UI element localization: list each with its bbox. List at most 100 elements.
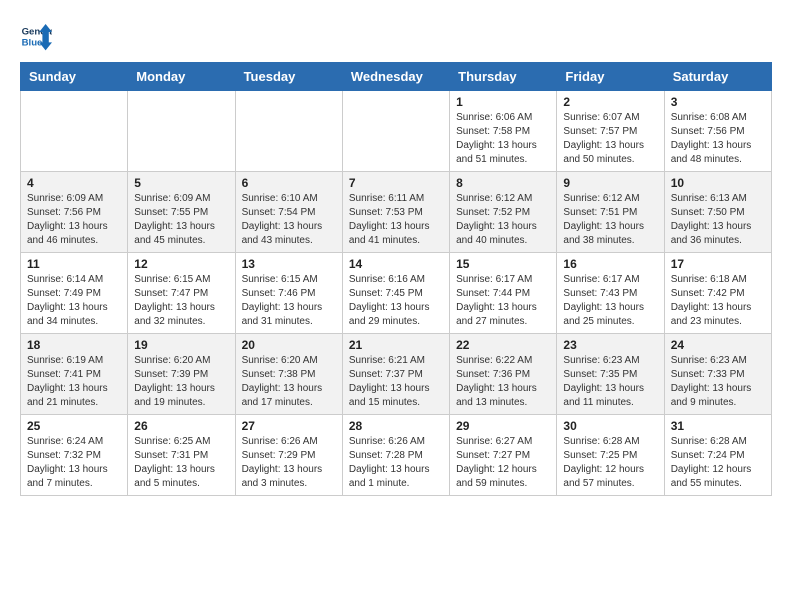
weekday-header-monday: Monday <box>128 63 235 91</box>
day-info: Sunrise: 6:16 AMSunset: 7:45 PMDaylight:… <box>349 273 443 329</box>
day-info: Sunrise: 6:07 AMSunset: 7:57 PMDaylight:… <box>563 111 657 167</box>
day-cell: 29 Sunrise: 6:27 AMSunset: 7:27 PMDayligh… <box>450 415 557 496</box>
day-info: Sunrise: 6:23 AMSunset: 7:35 PMDaylight:… <box>563 354 657 410</box>
day-cell: 31Sunrise: 6:28 AMSunset: 7:24 PMDayligh… <box>664 415 771 496</box>
day-cell: 6Sunrise: 6:10 AMSunset: 7:54 PMDaylight… <box>235 172 342 253</box>
day-info: Sunrise: 6:13 AMSunset: 7:50 PMDaylight:… <box>671 192 765 248</box>
calendar-table: SundayMondayTuesdayWednesdayThursdayFrid… <box>20 62 772 496</box>
day-number: 30 <box>563 419 657 433</box>
day-info: Sunrise: 6:06 AMSunset: 7:58 PMDaylight:… <box>456 111 550 167</box>
day-cell: 21 Sunrise: 6:21 AMSunset: 7:37 PMDayligh… <box>342 334 449 415</box>
day-info: Sunrise: 6:18 AMSunset: 7:42 PMDaylight:… <box>671 273 765 329</box>
day-info: Sunrise: 6:22 AMSunset: 7:36 PMDaylight:… <box>456 354 550 410</box>
day-cell: 9 Sunrise: 6:12 AMSunset: 7:51 PMDaylight… <box>557 172 664 253</box>
day-number: 3 <box>671 95 765 109</box>
logo-icon: General Blue <box>20 20 52 52</box>
day-number: 20 <box>242 338 336 352</box>
weekday-header-saturday: Saturday <box>664 63 771 91</box>
day-info: Sunrise: 6:09 AMSunset: 7:56 PMDaylight:… <box>27 192 121 248</box>
day-cell <box>21 91 128 172</box>
day-number: 13 <box>242 257 336 271</box>
day-info: Sunrise: 6:27 AMSunset: 7:27 PMDaylight:… <box>456 435 550 491</box>
day-info: Sunrise: 6:09 AMSunset: 7:55 PMDaylight:… <box>134 192 228 248</box>
day-cell: 14 Sunrise: 6:16 AMSunset: 7:45 PMDayligh… <box>342 253 449 334</box>
day-number: 17 <box>671 257 765 271</box>
day-cell: 10 Sunrise: 6:13 AMSunset: 7:50 PMDayligh… <box>664 172 771 253</box>
day-cell: 1Sunrise: 6:06 AMSunset: 7:58 PMDaylight… <box>450 91 557 172</box>
day-cell: 4 Sunrise: 6:09 AMSunset: 7:56 PMDaylight… <box>21 172 128 253</box>
day-number: 27 <box>242 419 336 433</box>
day-number: 18 <box>27 338 121 352</box>
day-number: 28 <box>349 419 443 433</box>
day-info: Sunrise: 6:20 AMSunset: 7:39 PMDaylight:… <box>134 354 228 410</box>
week-row-4: 18Sunrise: 6:19 AMSunset: 7:41 PMDayligh… <box>21 334 772 415</box>
logo: General Blue <box>20 20 52 52</box>
day-cell: 2 Sunrise: 6:07 AMSunset: 7:57 PMDaylight… <box>557 91 664 172</box>
week-row-5: 25 Sunrise: 6:24 AMSunset: 7:32 PMDayligh… <box>21 415 772 496</box>
weekday-header-friday: Friday <box>557 63 664 91</box>
weekday-header-row: SundayMondayTuesdayWednesdayThursdayFrid… <box>21 63 772 91</box>
day-info: Sunrise: 6:20 AMSunset: 7:38 PMDaylight:… <box>242 354 336 410</box>
day-cell: 3 Sunrise: 6:08 AMSunset: 7:56 PMDaylight… <box>664 91 771 172</box>
day-cell: 27 Sunrise: 6:26 AMSunset: 7:29 PMDayligh… <box>235 415 342 496</box>
day-cell: 18Sunrise: 6:19 AMSunset: 7:41 PMDayligh… <box>21 334 128 415</box>
day-info: Sunrise: 6:26 AMSunset: 7:29 PMDaylight:… <box>242 435 336 491</box>
day-cell: 28 Sunrise: 6:26 AMSunset: 7:28 PMDayligh… <box>342 415 449 496</box>
day-cell: 13 Sunrise: 6:15 AMSunset: 7:46 PMDayligh… <box>235 253 342 334</box>
day-info: Sunrise: 6:26 AMSunset: 7:28 PMDaylight:… <box>349 435 443 491</box>
day-info: Sunrise: 6:14 AMSunset: 7:49 PMDaylight:… <box>27 273 121 329</box>
day-number: 25 <box>27 419 121 433</box>
day-info: Sunrise: 6:11 AMSunset: 7:53 PMDaylight:… <box>349 192 443 248</box>
day-cell: 17 Sunrise: 6:18 AMSunset: 7:42 PMDayligh… <box>664 253 771 334</box>
day-cell: 24 Sunrise: 6:23 AMSunset: 7:33 PMDayligh… <box>664 334 771 415</box>
day-number: 6 <box>242 176 336 190</box>
day-number: 10 <box>671 176 765 190</box>
day-info: Sunrise: 6:23 AMSunset: 7:33 PMDaylight:… <box>671 354 765 410</box>
weekday-header-tuesday: Tuesday <box>235 63 342 91</box>
day-info: Sunrise: 6:12 AMSunset: 7:51 PMDaylight:… <box>563 192 657 248</box>
day-cell: 23 Sunrise: 6:23 AMSunset: 7:35 PMDayligh… <box>557 334 664 415</box>
day-number: 22 <box>456 338 550 352</box>
day-info: Sunrise: 6:25 AMSunset: 7:31 PMDaylight:… <box>134 435 228 491</box>
week-row-3: 11 Sunrise: 6:14 AMSunset: 7:49 PMDayligh… <box>21 253 772 334</box>
day-number: 14 <box>349 257 443 271</box>
day-number: 24 <box>671 338 765 352</box>
day-number: 15 <box>456 257 550 271</box>
day-info: Sunrise: 6:21 AMSunset: 7:37 PMDaylight:… <box>349 354 443 410</box>
day-info: Sunrise: 6:08 AMSunset: 7:56 PMDaylight:… <box>671 111 765 167</box>
day-cell: 25 Sunrise: 6:24 AMSunset: 7:32 PMDayligh… <box>21 415 128 496</box>
day-info: Sunrise: 6:15 AMSunset: 7:46 PMDaylight:… <box>242 273 336 329</box>
day-number: 21 <box>349 338 443 352</box>
weekday-header-thursday: Thursday <box>450 63 557 91</box>
day-cell: 12 Sunrise: 6:15 AMSunset: 7:47 PMDayligh… <box>128 253 235 334</box>
day-number: 16 <box>563 257 657 271</box>
day-cell: 5 Sunrise: 6:09 AMSunset: 7:55 PMDaylight… <box>128 172 235 253</box>
day-number: 26 <box>134 419 228 433</box>
day-cell: 22 Sunrise: 6:22 AMSunset: 7:36 PMDayligh… <box>450 334 557 415</box>
day-number: 11 <box>27 257 121 271</box>
page-header: General Blue <box>20 20 772 52</box>
day-cell: 30Sunrise: 6:28 AMSunset: 7:25 PMDayligh… <box>557 415 664 496</box>
svg-text:Blue: Blue <box>22 38 43 49</box>
day-number: 9 <box>563 176 657 190</box>
day-info: Sunrise: 6:24 AMSunset: 7:32 PMDaylight:… <box>27 435 121 491</box>
day-number: 23 <box>563 338 657 352</box>
day-number: 29 <box>456 419 550 433</box>
day-cell: 15 Sunrise: 6:17 AMSunset: 7:44 PMDayligh… <box>450 253 557 334</box>
day-cell: 16Sunrise: 6:17 AMSunset: 7:43 PMDayligh… <box>557 253 664 334</box>
day-cell <box>342 91 449 172</box>
day-info: Sunrise: 6:15 AMSunset: 7:47 PMDaylight:… <box>134 273 228 329</box>
day-number: 12 <box>134 257 228 271</box>
weekday-header-sunday: Sunday <box>21 63 128 91</box>
day-number: 19 <box>134 338 228 352</box>
week-row-1: 1Sunrise: 6:06 AMSunset: 7:58 PMDaylight… <box>21 91 772 172</box>
day-cell: 11 Sunrise: 6:14 AMSunset: 7:49 PMDayligh… <box>21 253 128 334</box>
day-cell: 8Sunrise: 6:12 AMSunset: 7:52 PMDaylight… <box>450 172 557 253</box>
day-info: Sunrise: 6:28 AMSunset: 7:24 PMDaylight:… <box>671 435 765 491</box>
day-number: 5 <box>134 176 228 190</box>
day-info: Sunrise: 6:17 AMSunset: 7:44 PMDaylight:… <box>456 273 550 329</box>
day-cell: 26 Sunrise: 6:25 AMSunset: 7:31 PMDayligh… <box>128 415 235 496</box>
day-number: 2 <box>563 95 657 109</box>
day-number: 4 <box>27 176 121 190</box>
day-cell: 20 Sunrise: 6:20 AMSunset: 7:38 PMDayligh… <box>235 334 342 415</box>
